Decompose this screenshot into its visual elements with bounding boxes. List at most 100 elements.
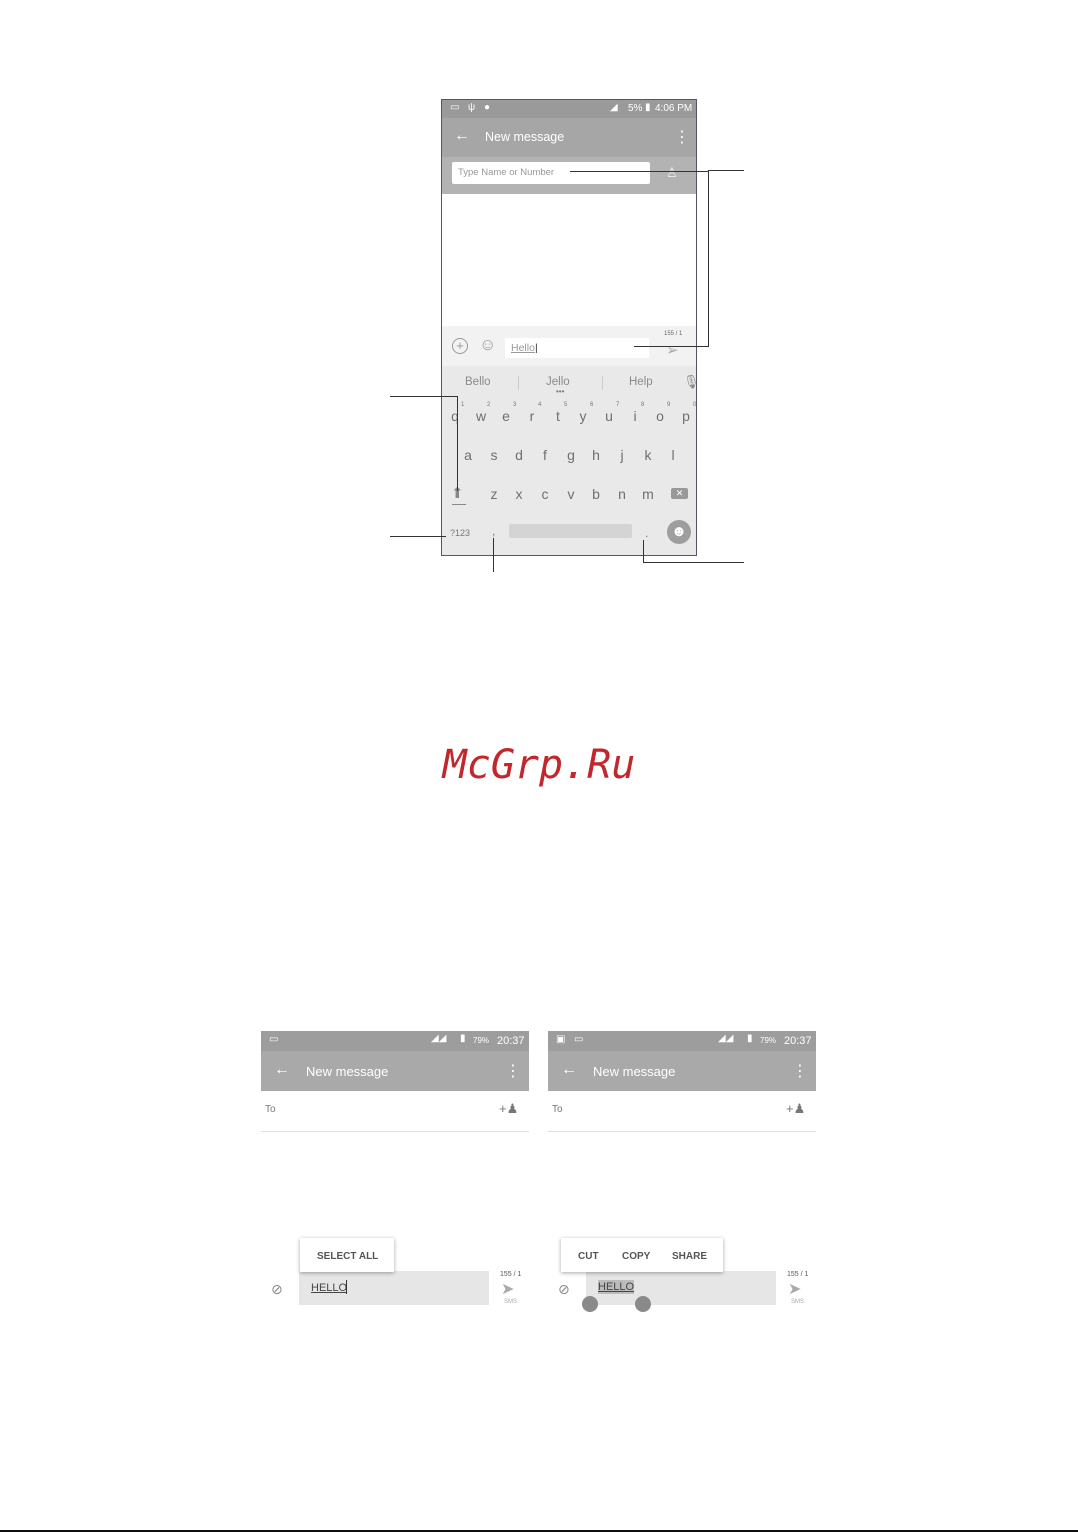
recipient-row[interactable]: To +♟	[261, 1091, 529, 1132]
cut-button[interactable]: CUT	[578, 1251, 599, 1262]
key-u[interactable]: u	[599, 408, 619, 424]
add-contact-icon[interactable]: +♟	[786, 1101, 805, 1117]
key-a[interactable]: a	[458, 447, 478, 463]
key-n[interactable]: n	[612, 486, 632, 502]
key-k[interactable]: k	[638, 447, 658, 463]
more-suggestions-icon[interactable]: •••	[556, 387, 564, 396]
callout-line-comma	[493, 538, 494, 572]
app-bar: ← New message ⋮	[261, 1051, 529, 1091]
screen-cut-copy-share: ▣ ▭ ◢◢ ▮ 79% 20:37 ← New message ⋮ To +♟…	[548, 1031, 816, 1321]
callout-line-vertical	[708, 171, 709, 347]
key-i[interactable]: i	[625, 408, 645, 424]
selection-popup: SELECT ALL	[300, 1238, 394, 1272]
suggestion-divider	[602, 376, 603, 390]
recipient-input[interactable]: Type Name or Number	[452, 162, 650, 184]
key-m[interactable]: m	[638, 486, 658, 502]
battery-percent: 5%	[628, 103, 643, 114]
key-l[interactable]: l	[663, 447, 683, 463]
copy-button[interactable]: COPY	[622, 1251, 650, 1262]
add-contact-icon[interactable]: ♙	[666, 165, 678, 181]
emoji-key-icon[interactable]: ☻	[667, 520, 691, 544]
text-cursor	[346, 1280, 347, 1294]
selection-handle-left[interactable]	[582, 1296, 598, 1312]
attachment-icon[interactable]: ⊘	[558, 1281, 570, 1298]
status-time: 20:37	[497, 1035, 525, 1047]
key-p[interactable]: p	[676, 408, 696, 424]
overflow-menu-icon[interactable]: ⋮	[505, 1061, 521, 1081]
overflow-menu-icon[interactable]: ⋮	[674, 127, 690, 147]
send-label: SMS	[791, 1299, 805, 1305]
to-label: To	[552, 1104, 563, 1115]
spacebar[interactable]	[509, 524, 632, 538]
phone-screenshot-keyboard: ▭ ψ ● ◢ 5% ▮ 4:06 PM ← New message ⋮ Typ…	[441, 99, 697, 556]
key-d[interactable]: d	[509, 447, 529, 463]
select-all-button[interactable]: SELECT ALL	[317, 1251, 378, 1262]
char-counter: 155 / 1	[500, 1271, 522, 1278]
key-g[interactable]: g	[561, 447, 581, 463]
key-j[interactable]: j	[612, 447, 632, 463]
keyboard-notification-icon: ▭	[269, 1034, 279, 1045]
add-contact-icon[interactable]: +♟	[499, 1101, 518, 1117]
recipient-bar: Type Name or Number ♙	[442, 157, 696, 194]
battery-percent: 79%	[473, 1036, 490, 1045]
app-bar-title: New message	[306, 1064, 389, 1079]
comma-key[interactable]: ,	[492, 524, 495, 538]
symbols-key[interactable]: ?123	[450, 528, 470, 538]
battery-icon: ▮	[747, 1033, 753, 1044]
share-button[interactable]: SHARE	[672, 1251, 707, 1262]
key-b[interactable]: b	[586, 486, 606, 502]
key-w[interactable]: w	[471, 408, 491, 424]
key-r[interactable]: r	[522, 408, 542, 424]
message-input[interactable]: HELLO	[299, 1271, 489, 1305]
suggestion-1[interactable]: Bello	[465, 376, 491, 388]
message-input[interactable]: Hello|	[505, 338, 649, 358]
backspace-icon[interactable]: ✕	[671, 488, 688, 499]
key-c[interactable]: c	[535, 486, 555, 502]
send-label: SMS	[504, 1299, 518, 1305]
key-e[interactable]: e	[496, 408, 516, 424]
back-arrow-icon[interactable]: ←	[274, 1061, 290, 1079]
period-key[interactable]: .	[645, 526, 648, 540]
key-o[interactable]: o	[650, 408, 670, 424]
message-input[interactable]: HELLO	[586, 1271, 776, 1305]
app-bar: ← New message ⋮	[548, 1051, 816, 1091]
attach-plus-icon[interactable]: +	[452, 338, 468, 354]
char-counter: 155 / 1	[664, 331, 683, 337]
key-t[interactable]: t	[548, 408, 568, 424]
message-text: HELLO	[311, 1282, 348, 1294]
back-arrow-icon[interactable]: ←	[561, 1061, 577, 1079]
send-icon[interactable]: ➢	[666, 341, 679, 359]
battery-icon: ▮	[460, 1033, 466, 1044]
send-icon[interactable]: ➤	[501, 1279, 514, 1299]
callout-line-symbols	[390, 536, 446, 537]
callout-line-period-out	[643, 562, 744, 563]
key-f[interactable]: f	[535, 447, 555, 463]
location-icon: ●	[484, 102, 491, 113]
app-bar-title: New message	[485, 130, 565, 144]
watermark: McGrp.Ru	[442, 742, 636, 788]
key-q[interactable]: q	[445, 408, 465, 424]
key-z[interactable]: z	[484, 486, 504, 502]
status-bar: ▭ ◢◢ ▮ 79% 20:37	[261, 1031, 529, 1051]
back-arrow-icon[interactable]: ←	[454, 127, 470, 145]
callout-line-compose	[634, 346, 708, 347]
emoji-icon[interactable]: ☺	[479, 335, 496, 355]
selection-handle-right[interactable]	[635, 1296, 651, 1312]
key-v[interactable]: v	[561, 486, 581, 502]
callout-line-out	[708, 170, 744, 171]
key-y[interactable]: y	[573, 408, 593, 424]
recipient-row[interactable]: To +♟	[548, 1091, 816, 1132]
key-s[interactable]: s	[484, 447, 504, 463]
key-x[interactable]: x	[509, 486, 529, 502]
callout-line-shift-vertical	[457, 396, 458, 491]
key-h[interactable]: h	[586, 447, 606, 463]
to-label: To	[265, 1104, 276, 1115]
signal-icon: ◢	[610, 102, 618, 113]
send-icon[interactable]: ➤	[788, 1279, 801, 1299]
signal-icon: ◢◢	[718, 1033, 734, 1044]
status-time: 4:06 PM	[655, 103, 693, 114]
attachment-icon[interactable]: ⊘	[271, 1281, 283, 1298]
microphone-icon[interactable]: 🎙	[683, 374, 696, 390]
overflow-menu-icon[interactable]: ⋮	[792, 1061, 808, 1081]
suggestion-3[interactable]: Help	[629, 376, 653, 388]
